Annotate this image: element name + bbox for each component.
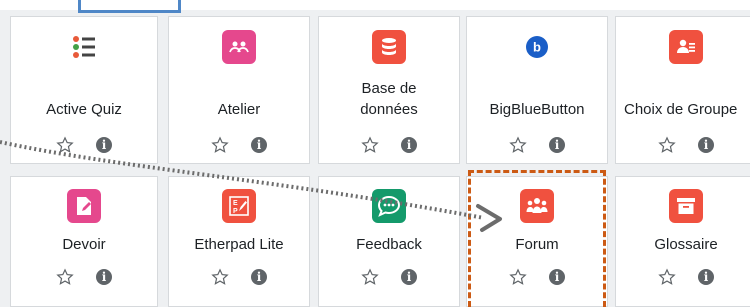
info-icon[interactable]: i: [251, 269, 267, 285]
glossary-icon: [669, 189, 703, 223]
activity-label: Active Quiz: [46, 101, 122, 118]
info-icon[interactable]: i: [698, 269, 714, 285]
bigbluebutton-icon: b: [520, 30, 554, 64]
star-outline-icon[interactable]: [658, 136, 676, 154]
star-outline-icon[interactable]: [211, 268, 229, 286]
activity-label: BigBlueButton: [489, 101, 585, 118]
highlight-box-orange: [468, 170, 606, 307]
svg-text:b: b: [533, 40, 541, 55]
activity-card-choix-de-groupe[interactable]: Choix de Groupe i: [615, 16, 750, 164]
etherpad-icon: E P: [222, 189, 256, 223]
star-outline-icon[interactable]: [56, 268, 74, 286]
activity-card-atelier[interactable]: Atelier i: [168, 16, 310, 164]
info-icon[interactable]: i: [251, 137, 267, 153]
activity-label: Devoir: [62, 236, 106, 253]
activity-label-line2: données: [360, 101, 418, 118]
feedback-icon: [372, 189, 406, 223]
activity-label: Atelier: [217, 101, 261, 118]
info-icon[interactable]: i: [401, 137, 417, 153]
info-icon[interactable]: i: [698, 137, 714, 153]
assignment-icon: [67, 189, 101, 223]
activity-card-feedback[interactable]: Feedback i: [318, 176, 460, 307]
star-outline-icon[interactable]: [658, 268, 676, 286]
activity-label-line1: Base de: [361, 80, 417, 97]
info-icon[interactable]: i: [96, 137, 112, 153]
star-outline-icon[interactable]: [211, 136, 229, 154]
activity-label: Glossaire: [654, 236, 718, 253]
activity-card-active-quiz[interactable]: Active Quiz i: [10, 16, 158, 164]
activity-card-base-de-donnees[interactable]: Base de données i: [318, 16, 460, 164]
svg-text:P: P: [233, 208, 238, 215]
activity-card-devoir[interactable]: Devoir i: [10, 176, 158, 307]
workshop-icon: [222, 30, 256, 64]
info-icon[interactable]: i: [401, 269, 417, 285]
activity-label: Choix de Groupe: [624, 101, 738, 118]
star-outline-icon[interactable]: [361, 268, 379, 286]
info-icon[interactable]: i: [96, 269, 112, 285]
star-outline-icon[interactable]: [361, 136, 379, 154]
svg-text:E: E: [233, 200, 238, 207]
group-choice-icon: [669, 30, 703, 64]
database-icon: [372, 30, 406, 64]
info-icon[interactable]: i: [549, 137, 565, 153]
activity-card-bigbluebutton[interactable]: b BigBlueButton i: [466, 16, 608, 164]
list-icon: [67, 30, 101, 64]
star-outline-icon[interactable]: [56, 136, 74, 154]
star-outline-icon[interactable]: [509, 136, 527, 154]
activity-card-glossaire[interactable]: Glossaire i: [615, 176, 750, 307]
activity-label: Etherpad Lite: [194, 236, 284, 253]
activity-card-etherpad-lite[interactable]: E P Etherpad Lite i: [168, 176, 310, 307]
highlight-box-blue: [78, 0, 181, 13]
activity-label: Feedback: [356, 236, 422, 253]
